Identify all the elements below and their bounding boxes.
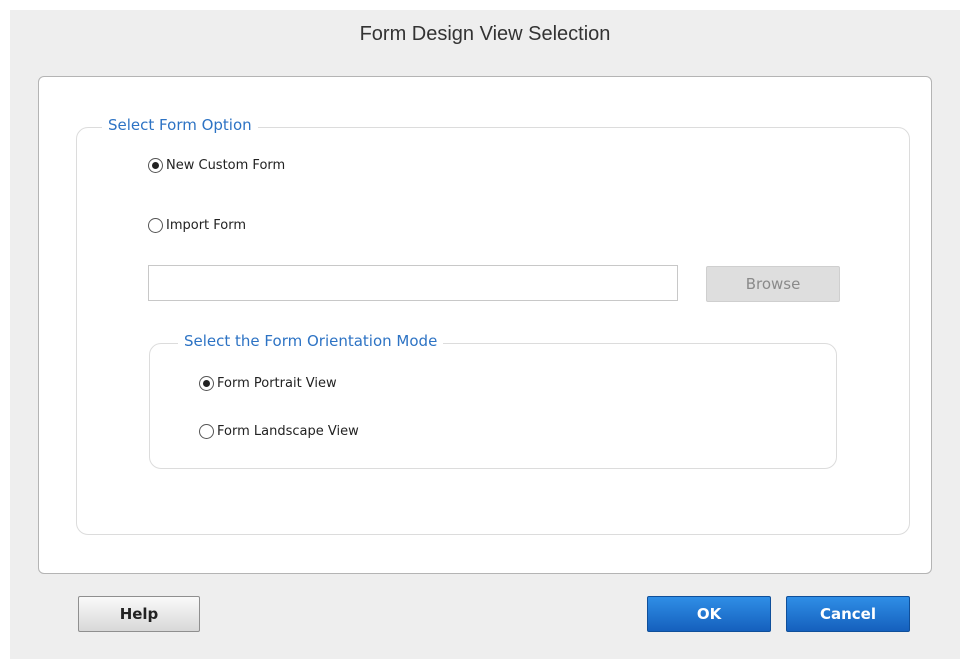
form-option-group: Select Form Option — [76, 116, 910, 535]
help-button[interactable]: Help — [78, 596, 200, 632]
radio-label: Import Form — [166, 218, 247, 233]
dialog-title: Form Design View Selection — [359, 23, 611, 45]
radio-button[interactable] — [199, 376, 214, 391]
dialog-window: Form Design View Selection Select Form O… — [10, 10, 960, 659]
radio-button[interactable] — [199, 424, 214, 439]
radio-new-custom-form[interactable]: New Custom Form — [148, 158, 285, 173]
orientation-legend: Select the Form Orientation Mode — [178, 332, 444, 350]
browse-button[interactable]: Browse — [706, 266, 840, 302]
content-panel: Select Form Option New Custom Form Impor… — [38, 76, 932, 574]
radio-button[interactable] — [148, 158, 163, 173]
import-path-input[interactable] — [148, 265, 678, 301]
form-option-legend: Select Form Option — [102, 116, 258, 134]
ok-button[interactable]: OK — [647, 596, 771, 632]
radio-label: Form Landscape View — [217, 424, 359, 439]
radio-label: New Custom Form — [166, 158, 286, 173]
orientation-group: Select the Form Orientation Mode — [149, 332, 837, 469]
radio-portrait-view[interactable]: Form Portrait View — [199, 376, 337, 391]
radio-button[interactable] — [148, 218, 163, 233]
cancel-button[interactable]: Cancel — [786, 596, 910, 632]
radio-label: Form Portrait View — [217, 376, 337, 391]
radio-landscape-view[interactable]: Form Landscape View — [199, 424, 359, 439]
radio-import-form[interactable]: Import Form — [148, 218, 246, 233]
